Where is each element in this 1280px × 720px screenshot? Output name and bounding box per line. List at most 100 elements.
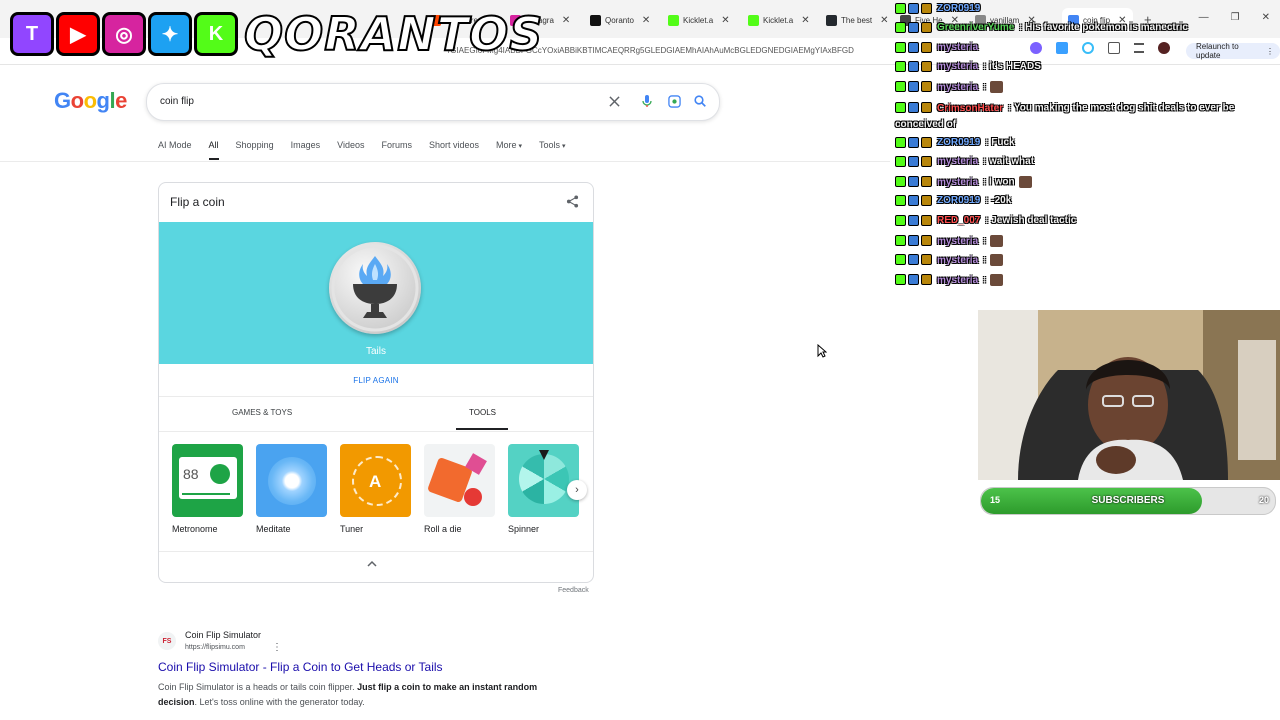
clear-icon[interactable] xyxy=(607,94,621,108)
badge-icon xyxy=(895,274,906,286)
search-box[interactable]: coin flip xyxy=(146,83,720,121)
tool-tuner[interactable]: A Tuner xyxy=(340,444,412,534)
google-logo[interactable]: Google xyxy=(54,88,127,114)
chat-username[interactable]: mysteria xyxy=(937,156,978,167)
badge-icon xyxy=(908,3,919,14)
image-search-icon[interactable] xyxy=(667,94,681,108)
chat-message: ZOR0919 xyxy=(895,3,1275,14)
tab-close-icon[interactable]: ✕ xyxy=(801,15,809,26)
badge-icon xyxy=(921,101,932,113)
card-divider xyxy=(159,551,593,552)
nav-tab[interactable]: Forums xyxy=(381,140,412,160)
coin-tails-icon xyxy=(331,244,419,332)
card-title: Flip a coin xyxy=(170,195,225,209)
nav-tab[interactable]: All xyxy=(208,140,219,160)
nav-tab[interactable]: Short videos xyxy=(429,140,479,160)
caret-down-icon: ▾ xyxy=(560,143,566,150)
chat-username[interactable]: mysteria xyxy=(937,275,978,286)
share-icon[interactable] xyxy=(566,195,579,213)
chat-username[interactable]: mysteria xyxy=(937,82,978,93)
tool-label: Tuner xyxy=(340,524,364,534)
flip-again-button[interactable]: FLIP AGAIN xyxy=(159,376,593,385)
nav-tab[interactable]: More ▾ xyxy=(496,140,522,160)
browser-tab[interactable]: Kicklet.a ✕ xyxy=(748,8,810,32)
badge-icon xyxy=(921,81,932,93)
chat-username[interactable]: GreenriverYume xyxy=(937,22,1014,33)
subscriber-label: SUBSCRIBERS xyxy=(1091,495,1165,506)
result-title-link[interactable]: Coin Flip Simulator - Flip a Coin to Get… xyxy=(158,660,443,674)
carousel-next-button[interactable]: › xyxy=(567,480,587,500)
more-options-icon[interactable]: ⋮ xyxy=(272,642,282,653)
browser-tab[interactable]: Kicklet.a ✕ xyxy=(668,8,730,32)
badge-icon xyxy=(921,215,932,226)
result-site-name[interactable]: Coin Flip Simulator xyxy=(185,630,261,640)
chat-username[interactable]: mysteria xyxy=(937,255,978,266)
chat-username[interactable]: mysteria xyxy=(937,42,978,53)
badge-icon xyxy=(895,235,906,247)
browser-tab[interactable]: Qoranto ✕ xyxy=(590,8,650,32)
tuner-note: A xyxy=(369,472,382,491)
chat-message: ZOR0919 : Fuck xyxy=(895,137,1275,148)
chat-text: : His favorite pokemon is manectric xyxy=(1016,22,1188,34)
badge-icon xyxy=(921,195,932,206)
nav-tab[interactable]: Tools ▾ xyxy=(539,140,565,160)
badge-icon xyxy=(895,195,906,206)
voice-search-icon[interactable] xyxy=(640,94,654,108)
coin[interactable] xyxy=(329,242,421,334)
badge-icon xyxy=(908,195,919,206)
tab-label: Qoranto xyxy=(605,15,634,25)
chat-username[interactable]: mysteria xyxy=(937,236,978,247)
badge-icon xyxy=(895,3,906,14)
badge-icon xyxy=(921,61,932,72)
chat-badges xyxy=(895,195,934,206)
nav-tab[interactable]: Images xyxy=(291,140,321,160)
emote-icon xyxy=(1018,176,1032,188)
chat-username[interactable]: ZOR0919 xyxy=(937,3,980,14)
tab-close-icon[interactable]: ✕ xyxy=(642,15,650,26)
chat-message: CrimsonHater : You making the most dog s… xyxy=(895,100,1275,133)
tab-close-icon[interactable]: ✕ xyxy=(562,15,570,26)
result-url[interactable]: https://flipsimu.com xyxy=(185,644,245,651)
tab-close-icon[interactable]: ✕ xyxy=(721,15,729,26)
coin-stage[interactable]: Tails xyxy=(159,222,593,364)
chat-username[interactable]: CrimsonHater xyxy=(937,103,1003,114)
emote-icon xyxy=(990,235,1004,247)
emote-icon xyxy=(990,254,1004,266)
tool-tile-icon xyxy=(424,444,495,517)
badge-icon xyxy=(921,254,932,266)
tool-roll-a-die[interactable]: Roll a die xyxy=(424,444,496,534)
nav-tab[interactable]: AI Mode xyxy=(158,140,192,160)
tab-tools[interactable]: TOOLS xyxy=(469,408,496,417)
site-favicon[interactable]: FS xyxy=(158,632,176,650)
kick-icon: K xyxy=(194,12,238,56)
webcam-image xyxy=(978,310,1280,480)
chat-message: mysteria xyxy=(895,42,1275,53)
chat-username[interactable]: ZOR0919 xyxy=(937,137,980,148)
chat-message: RED_007 : Jewish deal tactic xyxy=(895,215,1275,226)
tab-games-toys[interactable]: GAMES & TOYS xyxy=(232,408,292,417)
feedback-link[interactable]: Feedback xyxy=(558,587,589,594)
chat-message: mysteria : wait what xyxy=(895,156,1275,167)
chat-username[interactable]: mysteria xyxy=(937,61,978,72)
chat-text: : Jewish deal tactic xyxy=(982,215,1077,227)
search-icon[interactable] xyxy=(693,94,707,108)
browser-tab[interactable]: The best ✕ xyxy=(826,8,889,32)
search-query[interactable]: coin flip xyxy=(160,96,194,107)
chat-username[interactable]: ZOR0919 xyxy=(937,195,980,206)
badge-icon xyxy=(908,137,919,148)
tool-metronome[interactable]: 88 Metronome xyxy=(172,444,244,534)
badge-icon xyxy=(921,274,932,286)
badge-icon xyxy=(895,42,906,53)
chat-badges xyxy=(895,3,934,14)
chat-badges xyxy=(895,176,934,188)
chat-username[interactable]: mysteria xyxy=(937,177,978,188)
chat-username[interactable]: RED_007 xyxy=(937,215,980,226)
snippet-text: Coin Flip Simulator is a heads or tails … xyxy=(158,682,358,692)
collapse-chevron-icon[interactable] xyxy=(367,559,377,570)
tab-close-icon[interactable]: ✕ xyxy=(880,15,888,26)
tool-meditate[interactable]: Meditate xyxy=(256,444,328,534)
nav-tab[interactable]: Shopping xyxy=(236,140,274,160)
nav-tab[interactable]: Videos xyxy=(337,140,364,160)
tool-tile-icon: 88 xyxy=(172,444,243,517)
tab-favicon-icon xyxy=(590,14,601,26)
